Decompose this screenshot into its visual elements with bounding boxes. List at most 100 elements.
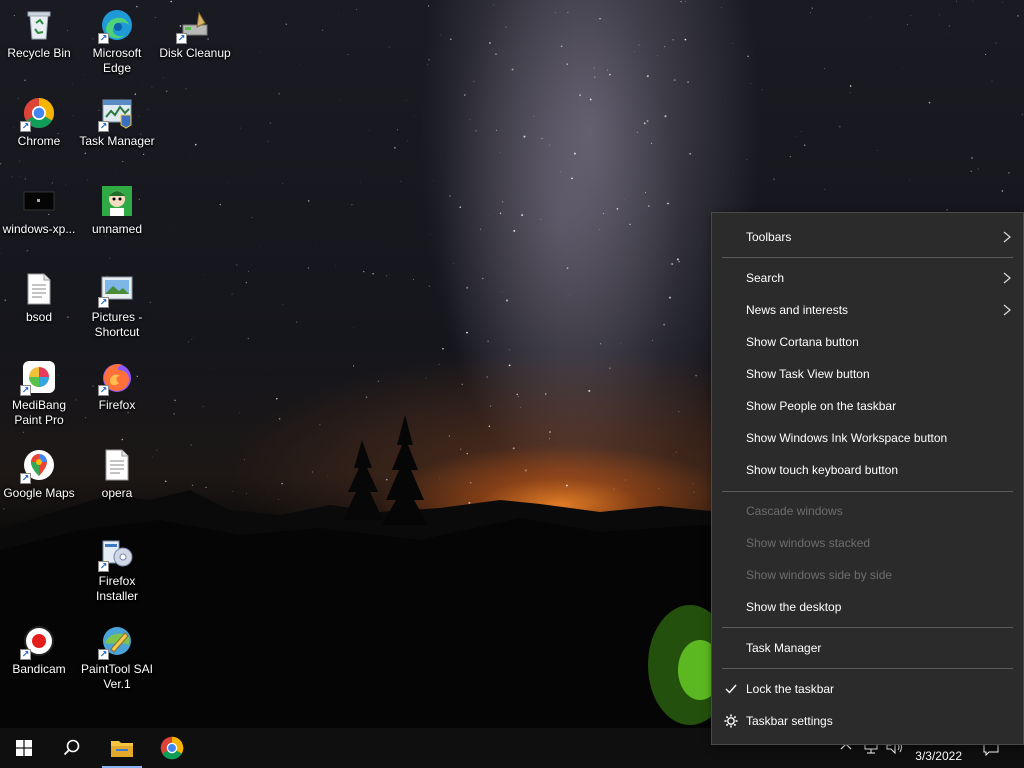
star <box>809 70 810 72</box>
shortcut-arrow-icon: ↗ <box>20 121 31 132</box>
menu-item-toolbars[interactable]: Toolbars <box>712 223 1023 251</box>
desktop-icon-edge[interactable]: ↗ Microsoft Edge <box>78 8 156 76</box>
star <box>332 245 334 246</box>
star <box>231 293 233 295</box>
pictures-folder-icon: ↗ <box>98 272 134 308</box>
star <box>267 140 269 142</box>
menu-item-show-task-view-button[interactable]: Show Task View button <box>712 360 1023 388</box>
star <box>459 206 461 208</box>
clock-date[interactable]: 3/3/2022 <box>915 749 962 763</box>
desktop-icon-label: Bandicam <box>12 662 66 676</box>
gear-icon <box>724 714 738 728</box>
menu-item-news-and-interests[interactable]: News and interests <box>712 296 1023 324</box>
star <box>210 368 212 369</box>
star <box>489 42 491 44</box>
menu-item-label: Search <box>746 271 785 285</box>
star <box>505 26 507 28</box>
star <box>549 144 551 146</box>
star <box>385 275 388 277</box>
star <box>0 252 1 254</box>
desktop-icon-opera[interactable]: opera <box>78 448 156 501</box>
star <box>517 396 519 398</box>
star <box>368 129 370 131</box>
star <box>673 79 676 81</box>
star <box>521 214 524 217</box>
star <box>647 205 650 208</box>
star <box>466 286 469 289</box>
star <box>335 265 336 266</box>
star <box>946 209 948 211</box>
menu-item-task-manager[interactable]: Task Manager <box>712 634 1023 662</box>
menu-item-show-windows-stacked: Show windows stacked <box>712 529 1023 557</box>
star <box>142 84 143 86</box>
start-button[interactable] <box>0 728 48 768</box>
star <box>838 125 841 128</box>
menu-item-search[interactable]: Search <box>712 264 1023 292</box>
desktop-icon-recycle-bin[interactable]: Recycle Bin <box>0 8 78 61</box>
star <box>997 92 999 93</box>
star <box>664 115 667 118</box>
menu-separator <box>722 491 1013 492</box>
desktop-icon-disk-cleanup[interactable]: ↗ Disk Cleanup <box>156 8 234 61</box>
taskbar-file-explorer[interactable] <box>98 728 146 768</box>
menu-item-show-cortana-button[interactable]: Show Cortana button <box>712 328 1023 356</box>
desktop-icon-bsod[interactable]: bsod <box>0 272 78 325</box>
star <box>427 63 428 65</box>
desktop-icon-google-maps[interactable]: ↗ Google Maps <box>0 448 78 501</box>
star <box>824 68 826 70</box>
star <box>638 44 640 46</box>
chrome-icon: ↗ <box>20 96 56 132</box>
menu-item-show-desktop[interactable]: Show the desktop <box>712 593 1023 621</box>
desktop-icon-firefox[interactable]: ↗ Firefox <box>78 360 156 413</box>
menu-item-show-people[interactable]: Show People on the taskbar <box>712 392 1023 420</box>
google-maps-icon: ↗ <box>20 448 56 484</box>
desktop-icon-task-manager[interactable]: ↗ Task Manager <box>78 96 156 149</box>
taskbar-chrome[interactable] <box>148 728 196 768</box>
star <box>194 143 197 146</box>
star <box>24 178 26 180</box>
star <box>238 163 240 165</box>
star <box>607 69 608 71</box>
star <box>747 55 749 58</box>
menu-item-taskbar-settings[interactable]: Taskbar settings <box>712 707 1023 735</box>
star <box>71 83 73 85</box>
star <box>620 343 622 344</box>
desktop-icon-firefox-installer[interactable]: ↗ Firefox Installer <box>78 536 156 604</box>
desktop-icon-windows-xp[interactable]: windows-xp... <box>0 184 78 237</box>
star <box>253 250 255 252</box>
star <box>115 170 116 171</box>
menu-item-label: News and interests <box>746 303 849 317</box>
star <box>142 153 145 156</box>
star <box>299 64 301 65</box>
star <box>449 38 452 41</box>
star <box>87 179 89 181</box>
desktop-icon-painttool-sai[interactable]: ↗ PaintTool SAI Ver.1 <box>78 624 156 692</box>
menu-item-lock-taskbar[interactable]: Lock the taskbar <box>712 675 1023 703</box>
desktop-icon-bandicam[interactable]: ↗ Bandicam <box>0 624 78 677</box>
search-button[interactable] <box>48 728 96 768</box>
star <box>473 80 475 82</box>
desktop-icon-chrome[interactable]: ↗ Chrome <box>0 96 78 149</box>
desktop-icon-medibang[interactable]: ↗ MediBang Paint Pro <box>0 360 78 428</box>
menu-item-show-touch-keyboard[interactable]: Show touch keyboard button <box>712 456 1023 484</box>
star <box>877 150 878 151</box>
star <box>406 140 409 142</box>
star <box>928 101 931 104</box>
star <box>372 273 374 275</box>
star <box>190 339 192 340</box>
chevron-right-icon <box>1003 272 1011 284</box>
star <box>656 55 658 57</box>
shortcut-arrow-icon: ↗ <box>98 297 109 308</box>
star <box>499 212 502 214</box>
star <box>849 92 851 94</box>
menu-item-show-ink-workspace[interactable]: Show Windows Ink Workspace button <box>712 424 1023 452</box>
star <box>296 321 298 323</box>
star <box>433 180 434 181</box>
text-file-icon <box>100 448 134 482</box>
menu-item-label: Show People on the taskbar <box>746 399 897 413</box>
star <box>122 161 124 162</box>
desktop-icon-unnamed[interactable]: unnamed <box>78 184 156 237</box>
star <box>573 152 576 155</box>
desktop-icon-pictures-shortcut[interactable]: ↗ Pictures - Shortcut <box>78 272 156 340</box>
star <box>909 178 910 180</box>
